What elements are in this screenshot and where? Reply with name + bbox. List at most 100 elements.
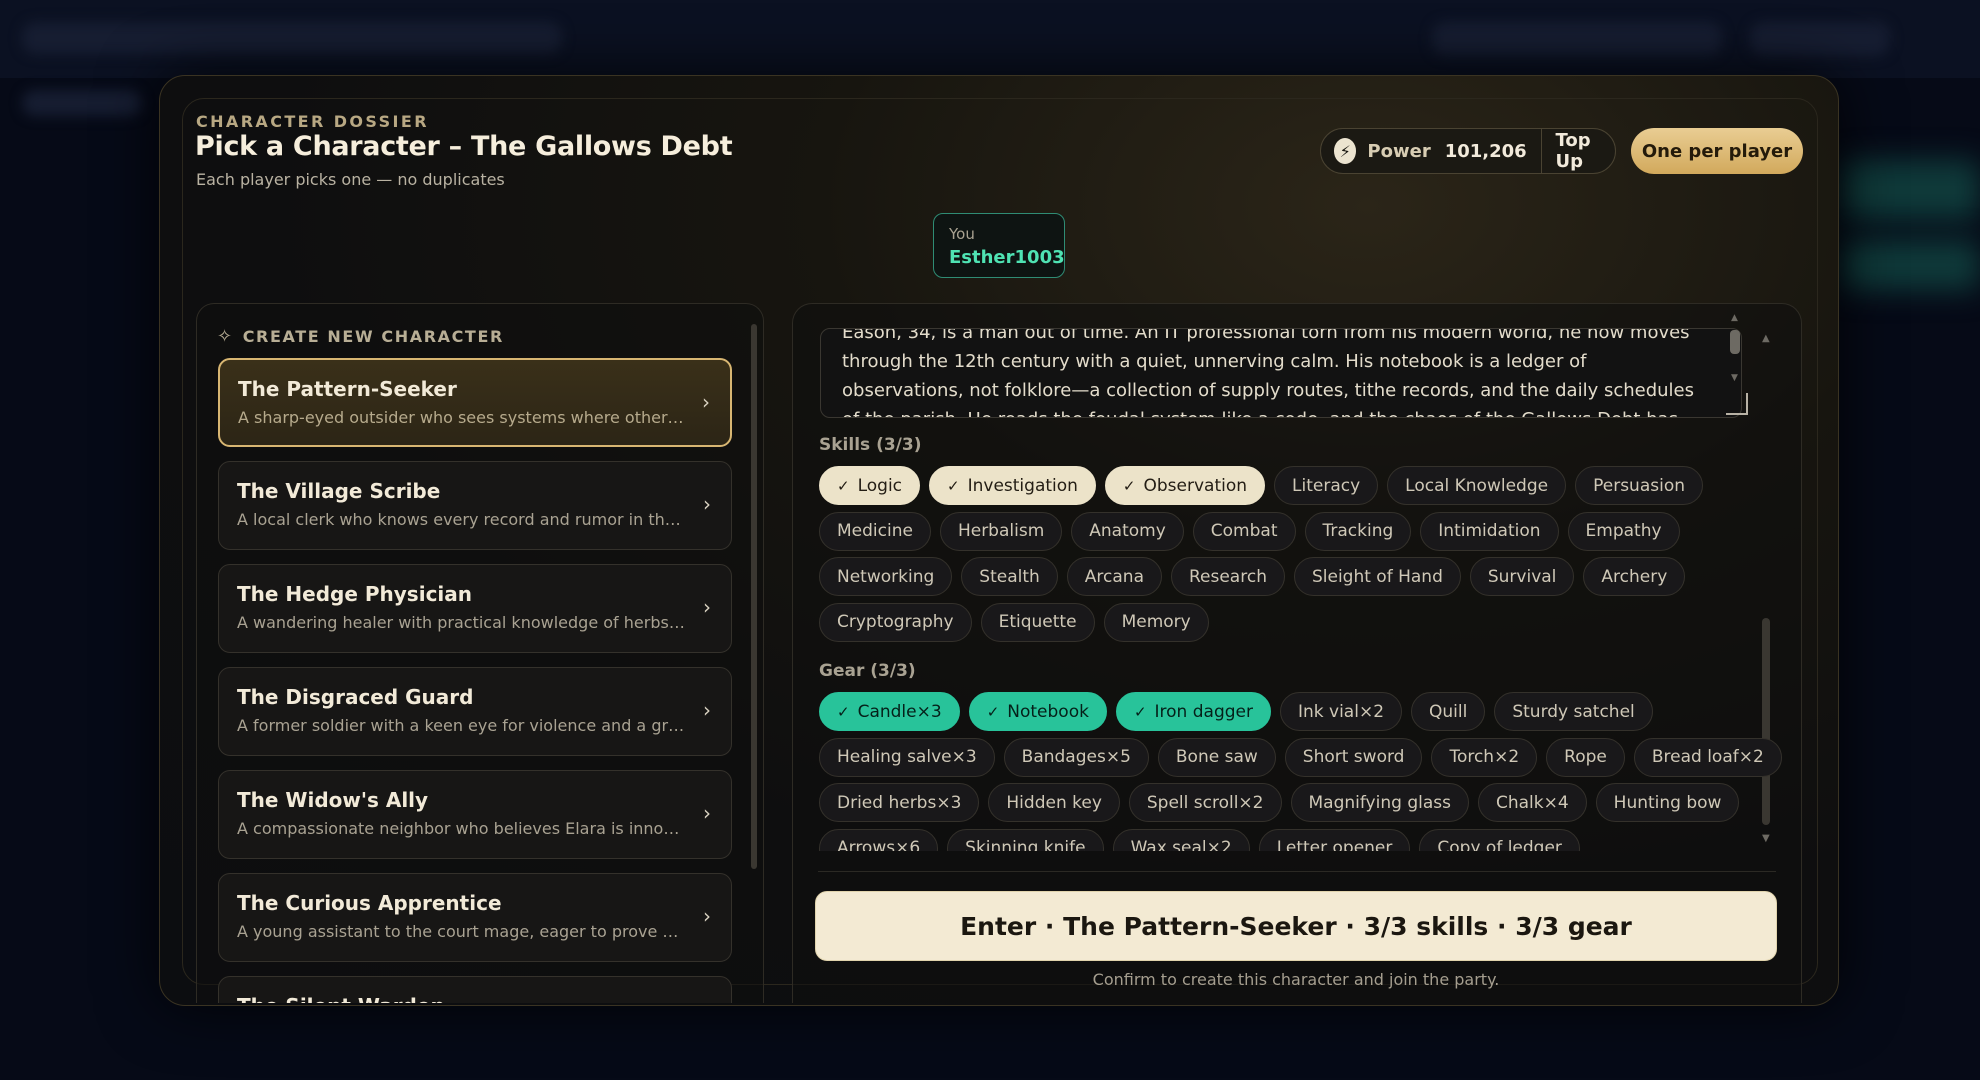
gear-chip-label: Chalk×4	[1495, 792, 1569, 813]
skill-chip-networking[interactable]: Networking	[819, 557, 953, 596]
skill-chip-investigation[interactable]: ✓ Investigation	[929, 466, 1096, 505]
skill-chip-observation[interactable]: ✓ Observation	[1104, 466, 1266, 505]
resize-handle-icon[interactable]	[1726, 393, 1748, 415]
gear-chip-label: Skinning knife	[965, 838, 1086, 851]
gear-chip-iron-dagger[interactable]: ✓ Iron dagger	[1115, 692, 1271, 731]
skill-chip-anatomy[interactable]: Anatomy	[1071, 511, 1184, 551]
gear-chip-bread-loaf-2[interactable]: Bread loaf×2	[1633, 737, 1782, 777]
gear-chip-label: Hunting bow	[1613, 792, 1722, 813]
gear-chip-label: Sturdy satchel	[1512, 701, 1635, 722]
skill-chip-label: Medicine	[837, 521, 913, 541]
create-new-character-button[interactable]: ✧ CREATE NEW CHARACTER	[217, 326, 504, 347]
gear-chip-bone-saw[interactable]: Bone saw	[1157, 737, 1276, 777]
dossier-eyebrow: CHARACTER DOSSIER	[196, 112, 429, 131]
skill-row: Cryptography Etiquette Memory	[819, 602, 1209, 642]
skill-chip-logic[interactable]: ✓ Logic	[819, 466, 921, 505]
character-card-curious-apprentice[interactable]: The Curious Apprentice A young assistant…	[218, 873, 732, 962]
gear-chip-ink-vial-2[interactable]: Ink vial×2	[1279, 692, 1403, 731]
skill-chip-label: Sleight of Hand	[1311, 566, 1443, 587]
gear-chip-label: Dried herbs×3	[837, 792, 962, 813]
gear-chip-sturdy-satchel[interactable]: Sturdy satchel	[1494, 692, 1653, 731]
gear-chip-copy-of-ledger[interactable]: Copy of ledger	[1419, 828, 1580, 851]
skill-chip-arcana[interactable]: Arcana	[1066, 557, 1162, 596]
skill-chip-tracking[interactable]: Tracking	[1304, 511, 1412, 551]
gear-chip-candle-3[interactable]: ✓ Candle×3	[819, 692, 960, 731]
character-name: The Widow's Ally	[237, 788, 429, 812]
gear-chip-notebook[interactable]: ✓ Notebook	[968, 692, 1107, 731]
skill-chip-sleight-of-hand[interactable]: Sleight of Hand	[1293, 557, 1461, 596]
skill-chip-persuasion[interactable]: Persuasion	[1575, 466, 1703, 505]
gear-chip-rope[interactable]: Rope	[1546, 737, 1625, 777]
gear-chip-torch-2[interactable]: Torch×2	[1431, 737, 1538, 777]
skill-chip-medicine[interactable]: Medicine	[819, 511, 931, 551]
gear-chip-quill[interactable]: Quill	[1411, 692, 1486, 731]
skill-chip-stealth[interactable]: Stealth	[961, 557, 1058, 596]
character-bio-text: Eason, 34, is a man out of time. An IT p…	[842, 328, 1695, 417]
scroll-down-icon[interactable]: ▼	[1762, 833, 1770, 844]
background-control	[1750, 22, 1890, 56]
chevron-right-icon: ›	[702, 390, 710, 414]
details-scrollbar[interactable]	[1762, 618, 1770, 825]
character-card-pattern-seeker[interactable]: The Pattern-Seeker A sharp-eyed outsider…	[218, 358, 732, 447]
gear-chip-skinning-knife[interactable]: Skinning knife	[947, 828, 1104, 851]
list-scrollbar[interactable]	[751, 324, 757, 869]
page-title: Pick a Character – The Gallows Debt	[195, 131, 733, 162]
bio-scroll-down-icon[interactable]: ▼	[1731, 373, 1738, 383]
character-description: A wandering healer with practical knowle…	[237, 613, 687, 632]
skill-chip-memory[interactable]: Memory	[1103, 602, 1209, 642]
skill-chip-intimidation[interactable]: Intimidation	[1420, 511, 1559, 551]
enter-button[interactable]: Enter · The Pattern-Seeker · 3/3 skills …	[815, 891, 1777, 961]
skill-chip-literacy[interactable]: Literacy	[1274, 466, 1379, 505]
gear-chip-hunting-bow[interactable]: Hunting bow	[1595, 783, 1740, 822]
skill-chip-herbalism[interactable]: Herbalism	[939, 511, 1063, 551]
character-card-silent-warden[interactable]: The Silent Warden	[218, 976, 732, 1003]
divider	[1540, 129, 1542, 173]
gear-chip-short-sword[interactable]: Short sword	[1284, 737, 1423, 777]
gear-chip-magnifying-glass[interactable]: Magnifying glass	[1290, 783, 1469, 822]
skill-chip-combat[interactable]: Combat	[1192, 511, 1296, 551]
chevron-right-icon: ›	[703, 492, 711, 516]
gear-chip-dried-herbs-3[interactable]: Dried herbs×3	[819, 783, 980, 822]
skill-chip-label: Networking	[837, 566, 935, 587]
skill-chip-local-knowledge[interactable]: Local Knowledge	[1387, 466, 1567, 505]
gear-chip-hidden-key[interactable]: Hidden key	[988, 783, 1120, 822]
character-card-hedge-physician[interactable]: The Hedge Physician A wandering healer w…	[218, 564, 732, 653]
page-subtitle: Each player picks one — no duplicates	[196, 170, 505, 189]
gear-chip-spell-scroll-2[interactable]: Spell scroll×2	[1128, 783, 1282, 822]
skill-chip-archery[interactable]: Archery	[1583, 557, 1686, 596]
bio-scrollbar-thumb[interactable]	[1730, 330, 1740, 354]
gear-chip-arrows-6[interactable]: Arrows×6	[819, 828, 939, 851]
skill-chip-survival[interactable]: Survival	[1469, 557, 1575, 596]
skill-chip-label: Stealth	[979, 566, 1040, 587]
player-name: Esther1003	[949, 247, 1065, 268]
character-card-village-scribe[interactable]: The Village Scribe A local clerk who kno…	[218, 461, 732, 550]
scroll-up-icon[interactable]: ▲	[1762, 333, 1770, 344]
gear-chip-healing-salve-3[interactable]: Healing salve×3	[819, 737, 995, 777]
bio-scroll-up-icon[interactable]: ▲	[1731, 313, 1738, 323]
checkmark-icon: ✓	[837, 476, 850, 495]
gear-row: ✓ Candle×3 ✓ Notebook ✓ Iron dagger Ink vial×2…	[819, 692, 1653, 731]
character-description: A former soldier with a keen eye for vio…	[237, 716, 687, 735]
gear-chip-chalk-4[interactable]: Chalk×4	[1477, 783, 1587, 822]
character-name: The Silent Warden	[237, 994, 445, 1003]
gear-chip-label: Magnifying glass	[1308, 792, 1451, 813]
top-up-button[interactable]: Top Up	[1556, 130, 1615, 172]
character-card-widows-ally[interactable]: The Widow's Ally A compassionate neighbo…	[218, 770, 732, 859]
skill-chip-etiquette[interactable]: Etiquette	[980, 602, 1095, 642]
skill-chip-empathy[interactable]: Empathy	[1567, 511, 1680, 551]
gear-chip-wax-seal-2[interactable]: Wax seal×2	[1112, 828, 1250, 851]
background-nav	[22, 90, 142, 116]
gear-chip-bandages-5[interactable]: Bandages×5	[1003, 737, 1149, 777]
one-per-player-button[interactable]: One per player	[1631, 128, 1803, 174]
gear-chip-letter-opener[interactable]: Letter opener	[1258, 828, 1411, 851]
checkmark-icon: ✓	[1122, 476, 1136, 495]
character-card-disgraced-guard[interactable]: The Disgraced Guard A former soldier wit…	[218, 667, 732, 756]
skill-chip-cryptography[interactable]: Cryptography	[819, 602, 972, 642]
skill-chip-research[interactable]: Research	[1170, 557, 1285, 596]
skill-chip-label: Local Knowledge	[1405, 475, 1549, 496]
character-description: A sharp-eyed outsider who sees systems w…	[238, 408, 688, 427]
character-bio-textarea[interactable]: Eason, 34, is a man out of time. An IT p…	[820, 328, 1742, 418]
skill-chip-label: Literacy	[1292, 475, 1361, 496]
gear-chip-label: Quill	[1429, 701, 1468, 722]
character-description: A compassionate neighbor who believes El…	[237, 819, 687, 838]
